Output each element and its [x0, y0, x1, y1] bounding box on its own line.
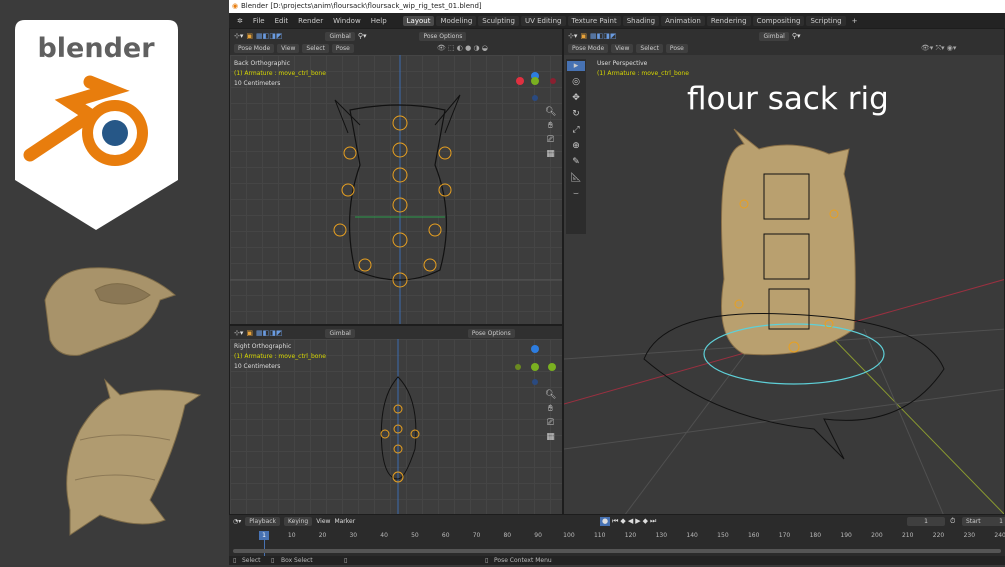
viewport-header: ⊹▾ ▣ ▦◧◨◩ Gimbal ⚲▾ Pose Options Pose Mo…: [230, 29, 562, 55]
frame-tick: 140: [686, 532, 698, 539]
tab-compositing[interactable]: Compositing: [752, 15, 805, 26]
tab-scripting[interactable]: Scripting: [806, 15, 846, 26]
tab-modeling[interactable]: Modeling: [436, 15, 477, 26]
frame-tick: 1: [262, 532, 266, 539]
frame-tick: 40: [380, 532, 388, 539]
rig-3d-view: [564, 128, 1004, 514]
mouse-drag-icon: ▯: [271, 557, 275, 564]
title-bar: ◉ Blender [D:\projects\anim\floursack\fl…: [229, 0, 1005, 13]
top-menu-bar: ✲ File Edit Render Window Help Layout Mo…: [229, 13, 1005, 28]
timeline-scrollbar[interactable]: [233, 549, 1001, 553]
nav-gizmo: [516, 72, 556, 101]
frame-tick: 80: [503, 532, 512, 539]
menu-window[interactable]: Window: [329, 16, 365, 26]
sack-render-top: [44, 267, 176, 356]
editor-type-icon[interactable]: ⊹▾: [234, 329, 243, 337]
pan-hand-icon[interactable]: ✋︎: [545, 121, 556, 132]
frame-tick: 210: [901, 532, 914, 539]
pivot-icon[interactable]: ⚲▾: [358, 32, 367, 40]
window-title: Blender [D:\projects\anim\floursack\flou…: [241, 2, 482, 10]
blender-logo-text: blender: [37, 33, 155, 64]
menu-help[interactable]: Help: [367, 16, 391, 26]
playhead-line: [264, 540, 265, 556]
frame-tick: 60: [441, 532, 450, 539]
viewport-header: ⊹▾ ▣ ▦◧◨◩ Gimbal Pose Options: [230, 326, 562, 339]
menu-edit[interactable]: Edit: [271, 16, 293, 26]
status-select: Select: [242, 557, 261, 564]
frame-tick: 230: [963, 532, 976, 539]
rig-wireframe-side: [380, 339, 556, 514]
promo-panel: blender: [0, 0, 229, 565]
status-box-select: Box Select: [281, 557, 313, 564]
menu-file[interactable]: File: [249, 16, 269, 26]
ortho-grid-icon[interactable]: ▦: [545, 149, 556, 160]
select-mode-icons[interactable]: ▦◧◨◩: [256, 32, 282, 40]
mouse-right-icon: ▯: [485, 557, 489, 564]
mouse-left-icon: ▯: [233, 557, 237, 564]
pan-hand-icon[interactable]: ✋︎: [545, 404, 556, 415]
sack-render-bottom: [66, 378, 202, 536]
ortho-grid-icon[interactable]: ▦: [545, 432, 556, 443]
shading-icons[interactable]: 👁 ⬚ ◐ ● ◑ ◒: [437, 44, 488, 52]
tab-layout[interactable]: Layout: [402, 15, 435, 26]
frame-tick: 110: [593, 532, 606, 539]
promo-art: blender: [15, 20, 202, 536]
tab-texture-paint[interactable]: Texture Paint: [567, 15, 621, 26]
frame-ruler[interactable]: 1 10 20 30 40 50 60 70 80 90 100 110 120 130 140 150 160…: [229, 515, 1005, 545]
mode-dropdown[interactable]: Pose Mode: [234, 43, 275, 53]
select-menu[interactable]: Select: [302, 43, 329, 53]
frame-tick: 90: [534, 532, 542, 539]
editor-type-icon[interactable]: ⊹▾: [234, 32, 243, 40]
pose-menu[interactable]: Pose: [331, 43, 354, 53]
status-context-menu: Pose Context Menu: [494, 557, 552, 564]
frame-tick: 190: [840, 532, 852, 539]
camera-icon[interactable]: ⎚: [545, 135, 556, 146]
frame-tick: 160: [747, 532, 760, 539]
blender-app-icon: ◉: [232, 2, 239, 10]
viewport-right-ortho[interactable]: ⊹▾ ▣ ▦◧◨◩ Gimbal Pose Options Right Orth…: [229, 325, 563, 515]
zoom-icon[interactable]: 🔍︎: [545, 390, 556, 401]
frame-tick: 200: [871, 532, 883, 539]
tab-shading[interactable]: Shading: [622, 15, 660, 26]
timeline: ◔▾ Playback Keying View Marker ● ⏮ ◆ ◀ ▶…: [229, 515, 1005, 556]
frame-tick: 100: [563, 532, 575, 539]
frame-tick: 20: [318, 532, 327, 539]
view-menu[interactable]: View: [277, 43, 300, 53]
frame-tick: 50: [411, 532, 419, 539]
frame-tick: 130: [655, 532, 668, 539]
frame-tick: 10: [287, 532, 296, 539]
pose-options-dropdown[interactable]: Pose Options: [467, 328, 515, 338]
frame-tick: 180: [809, 532, 822, 539]
tab-sculpting[interactable]: Sculpting: [478, 15, 519, 26]
frame-tick: 240: [994, 532, 1005, 539]
menu-render[interactable]: Render: [294, 16, 327, 26]
frame-tick: 30: [349, 532, 358, 539]
select-mode-icons[interactable]: ▦◧◨◩: [256, 329, 282, 337]
tab-rendering[interactable]: Rendering: [706, 15, 751, 26]
tab-animation[interactable]: Animation: [661, 15, 705, 26]
orientation-dropdown[interactable]: Gimbal: [325, 328, 355, 338]
frame-tick: 120: [624, 532, 637, 539]
frame-tick: 150: [717, 532, 729, 539]
rig-wireframe-back: [230, 55, 562, 324]
zoom-icon[interactable]: 🔍︎: [545, 107, 556, 118]
select-tool-icon[interactable]: ▣: [246, 32, 253, 40]
pose-options-dropdown[interactable]: Pose Options: [419, 31, 467, 41]
viewport-user-perspective[interactable]: ⊹▾ ▣ ▦◧◨◩ Gimbal ⚲▾ Pose Mode View Selec…: [563, 28, 1005, 515]
blender-menu-icon[interactable]: ✲: [233, 16, 247, 26]
frame-tick: 220: [932, 532, 945, 539]
add-workspace-button[interactable]: +: [848, 16, 862, 26]
orientation-dropdown[interactable]: Gimbal: [325, 31, 355, 41]
viewport-back-ortho[interactable]: ⊹▾ ▣ ▦◧◨◩ Gimbal ⚲▾ Pose Options Pose Mo…: [229, 28, 563, 325]
camera-icon[interactable]: ⎚: [545, 418, 556, 429]
select-tool-icon[interactable]: ▣: [246, 329, 253, 337]
frame-tick: 70: [472, 532, 481, 539]
mouse-middle-icon: ▯: [344, 557, 348, 564]
tab-uv-editing[interactable]: UV Editing: [520, 15, 566, 26]
frame-tick: 170: [778, 532, 791, 539]
status-bar: ▯ Select ▯ Box Select ▯ ▯ Pose Context M…: [229, 556, 1005, 565]
